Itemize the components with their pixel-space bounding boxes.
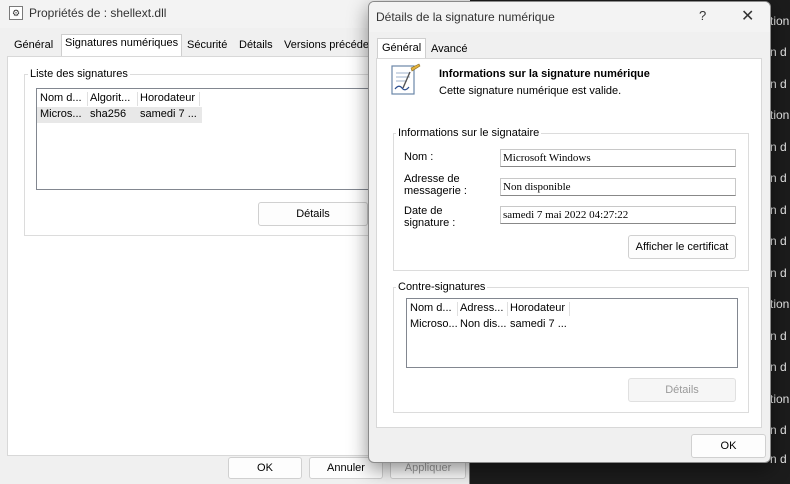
signature-list[interactable]: Nom d... Algorit... Horodateur Micros...… — [36, 88, 372, 190]
background-text: n d — [770, 360, 787, 374]
email-label-line2: messagerie : — [404, 185, 467, 197]
background-text: n d — [770, 77, 787, 91]
view-certificate-button[interactable]: Afficher le certificat — [628, 235, 736, 259]
background-text: tion — [770, 108, 790, 122]
details-button[interactable]: Détails — [258, 202, 368, 226]
column-header-timestamp[interactable]: Horodateur — [140, 92, 200, 106]
cell-name: Micros... — [40, 108, 82, 120]
background-text: n d — [770, 45, 787, 59]
name-label: Nom : — [404, 151, 434, 163]
background-text: tion — [770, 392, 790, 406]
dialog-title: Détails de la signature numérique — [376, 10, 555, 24]
column-header-name[interactable]: Nom d... — [410, 302, 458, 316]
tab-general[interactable]: Général — [14, 36, 53, 56]
cell-name: Microso... — [410, 318, 458, 330]
signed-document-icon — [391, 63, 421, 95]
signing-date-label-line2: signature : — [404, 217, 456, 229]
column-header-name[interactable]: Nom d... — [40, 92, 88, 106]
signature-info-heading: Informations sur la signature numérique — [439, 68, 650, 80]
background-text: tion — [770, 14, 790, 28]
countersignatures-label: Contre-signatures — [396, 281, 488, 293]
signing-date-label-line1: Date de — [404, 205, 443, 217]
background-text: n d — [770, 423, 787, 437]
background-text: n d — [770, 452, 787, 466]
signature-details-dialog: Détails de la signature numérique ? ✕ Gé… — [368, 1, 771, 463]
dialog-titlebar[interactable]: Détails de la signature numérique ? ✕ — [369, 2, 770, 32]
tab-details[interactable]: Détails — [239, 36, 273, 56]
countersignature-details-button[interactable]: Détails — [628, 378, 736, 402]
signature-list-label: Liste des signatures — [28, 68, 130, 80]
background-text: tion — [770, 297, 790, 311]
cell-algorithm: sha256 — [90, 108, 127, 120]
help-button[interactable]: ? — [699, 8, 706, 23]
cell-timestamp: samedi 7 ... — [510, 318, 567, 330]
column-header-algorithm[interactable]: Algorit... — [90, 92, 138, 106]
tab-general[interactable]: Général — [377, 38, 427, 60]
email-field[interactable]: Non disponible — [500, 178, 736, 196]
tab-advanced[interactable]: Avancé — [431, 40, 468, 58]
signing-date-field[interactable]: samedi 7 mai 2022 04:27:22 — [500, 206, 736, 224]
tab-digital-signatures[interactable]: Signatures numériques — [61, 34, 183, 58]
signer-name-field[interactable]: Microsoft Windows — [500, 149, 736, 167]
background-window-text: tion n d n d tion n d n d n d n d n d ti… — [770, 0, 790, 484]
background-text: n d — [770, 234, 787, 248]
background-text: n d — [770, 329, 787, 343]
close-icon[interactable]: ✕ — [741, 6, 754, 26]
background-text: n d — [770, 266, 787, 280]
tab-security[interactable]: Sécurité — [187, 36, 227, 56]
table-row[interactable]: Micros... sha256 samedi 7 ... — [37, 107, 202, 123]
signature-status: Cette signature numérique est valide. — [439, 85, 622, 97]
ok-button[interactable]: OK — [691, 434, 766, 458]
file-properties-icon: ⚙ — [9, 6, 23, 20]
cell-email: Non dis... — [460, 318, 507, 330]
background-text: n d — [770, 171, 787, 185]
properties-title: Propriétés de : shellext.dll — [29, 6, 167, 20]
background-text: n d — [770, 203, 787, 217]
countersignature-list[interactable]: Nom d... Adress... Horodateur Microso...… — [406, 298, 738, 368]
email-label-line1: Adresse de — [404, 173, 460, 185]
ok-button[interactable]: OK — [228, 457, 302, 479]
background-text: n d — [770, 140, 787, 154]
tab-previous-versions[interactable]: Versions précéde — [284, 36, 369, 56]
cell-timestamp: samedi 7 ... — [140, 108, 197, 120]
signer-info-label: Informations sur le signataire — [396, 127, 542, 139]
column-header-email[interactable]: Adress... — [460, 302, 508, 316]
column-header-timestamp[interactable]: Horodateur — [510, 302, 570, 316]
